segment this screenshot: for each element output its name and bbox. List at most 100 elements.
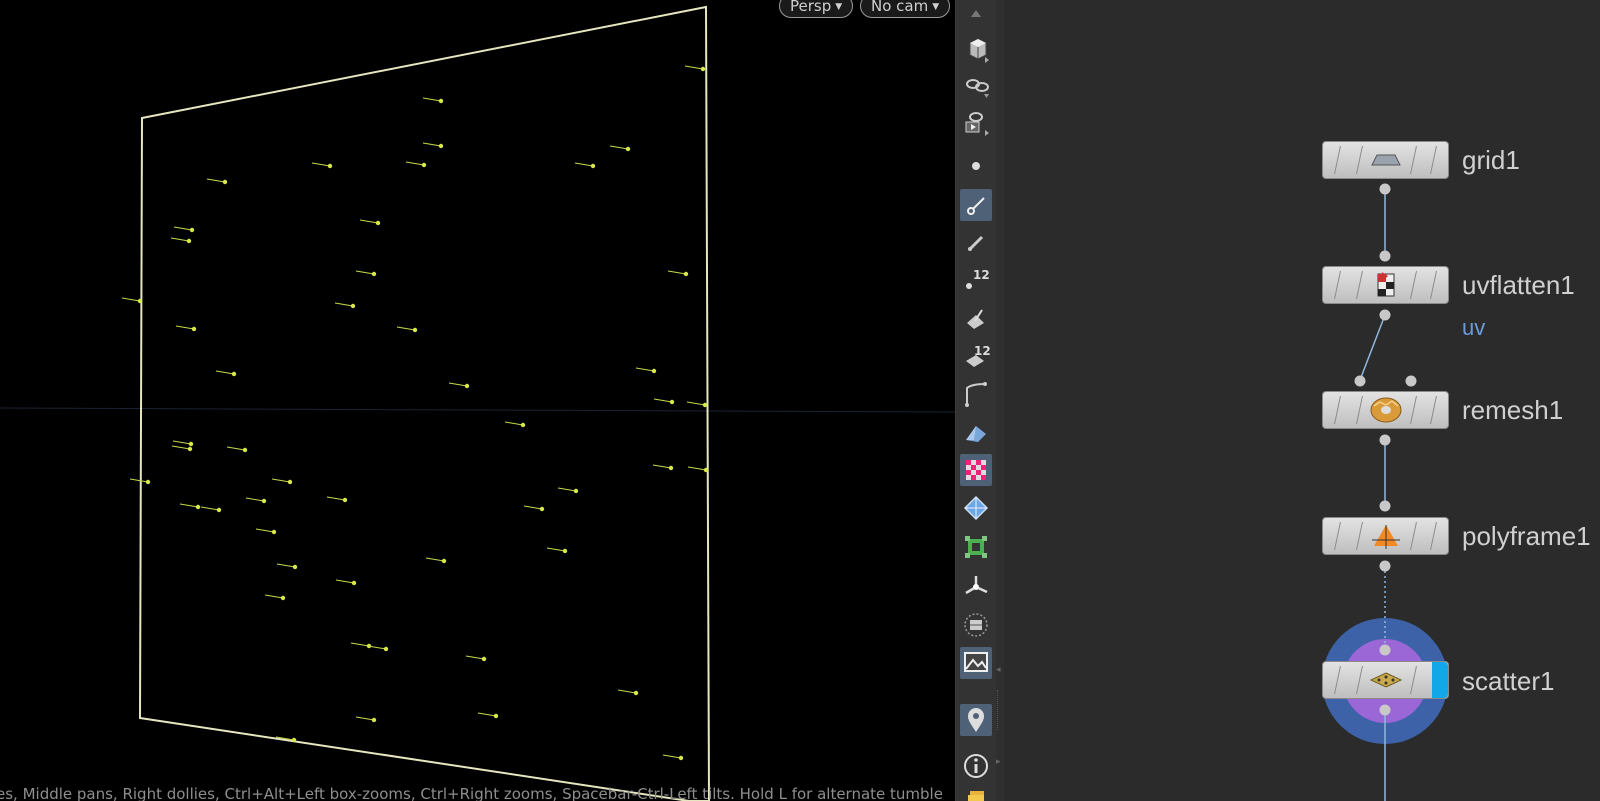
node-label-uvflatten1[interactable]: uvflatten1 <box>1462 269 1575 301</box>
scatter-point <box>438 143 444 149</box>
origin-axes-button[interactable] <box>960 570 992 602</box>
info-button[interactable] <box>960 750 992 782</box>
node-polyframe1[interactable] <box>1322 517 1449 555</box>
point-normal <box>425 557 445 562</box>
display-flag[interactable] <box>1432 662 1448 698</box>
checker-texture-button[interactable] <box>960 454 992 486</box>
point-normal <box>206 178 226 183</box>
point-normal <box>687 466 707 471</box>
point-normal <box>255 528 275 533</box>
uvflatten-node-icon <box>1377 272 1394 297</box>
point-display-icon <box>972 162 980 170</box>
ghost-view-icon <box>966 79 989 98</box>
scatter-point <box>520 422 526 428</box>
point-numbers-icon: 12 <box>966 268 990 289</box>
hull-display-button[interactable] <box>960 378 992 410</box>
ghost-view-button[interactable] <box>960 70 992 102</box>
point-numbers-button[interactable]: 12 <box>960 263 992 295</box>
network-editor[interactable]: grid1 uvflatten1 uv remesh1 polyframe1 s… <box>1004 0 1600 801</box>
point-normal <box>200 506 220 511</box>
chevron-down-icon: ▼ <box>932 1 940 12</box>
remesh-node-icon <box>1370 397 1401 423</box>
point-normal <box>686 401 706 406</box>
scatter-node-icon <box>1369 672 1402 688</box>
node-label-scatter1[interactable]: scatter1 <box>1462 665 1555 697</box>
image-overlay-button[interactable] <box>960 647 992 679</box>
flipbook-button[interactable] <box>960 106 992 138</box>
scatter-point <box>188 441 194 447</box>
point-normal <box>635 367 655 372</box>
scatter-point <box>668 465 674 471</box>
folder-icon <box>968 791 984 801</box>
scatter-point <box>700 66 706 72</box>
svg-text:12: 12 <box>973 268 990 282</box>
folder-button[interactable] <box>960 787 992 801</box>
background-button[interactable] <box>960 609 992 641</box>
point-normal <box>245 497 265 502</box>
normal-display-button[interactable] <box>960 189 992 221</box>
splitter-grip[interactable] <box>997 690 1004 730</box>
vector-display-button[interactable] <box>960 226 992 258</box>
point-display-button[interactable] <box>960 150 992 182</box>
node-grid1[interactable] <box>1322 141 1449 179</box>
scatter-point <box>280 595 286 601</box>
hull-display-icon <box>965 382 987 407</box>
point-normal <box>170 237 190 242</box>
prim-normals-button[interactable] <box>960 303 992 335</box>
uv-boundary-button[interactable] <box>960 531 992 563</box>
camera-dropdown[interactable]: No cam ▼ <box>860 0 951 18</box>
point-normal <box>523 505 543 510</box>
display-options-icon <box>969 38 989 63</box>
point-normal <box>334 302 354 307</box>
point-normal <box>504 421 524 426</box>
scatter-point <box>291 737 297 743</box>
polyframe-node-icon <box>1371 525 1400 549</box>
point-normal <box>350 642 370 647</box>
node-label-grid1[interactable]: grid1 <box>1462 144 1520 176</box>
point-normal <box>172 440 192 445</box>
scatter-point <box>383 646 389 652</box>
checker-texture-icon <box>966 460 986 480</box>
collapse-right-icon[interactable]: ▸ <box>996 757 1001 767</box>
uv-display-icon <box>966 426 986 442</box>
camera-label: No cam <box>871 0 929 15</box>
scatter-point <box>287 479 293 485</box>
flipbook-icon <box>965 112 989 136</box>
ground-grid-line <box>0 407 955 413</box>
scroll-up-button[interactable] <box>960 2 992 24</box>
scatter-point <box>271 529 277 535</box>
point-normal <box>609 145 629 150</box>
node-uvflatten1[interactable] <box>1322 266 1449 304</box>
point-normal <box>215 370 235 375</box>
collapse-left-icon[interactable]: ◂ <box>996 665 1001 675</box>
point-normal <box>546 547 566 552</box>
persp-label: Persp <box>790 0 832 15</box>
display-options-button[interactable] <box>960 33 992 65</box>
viewport-3d[interactable]: Persp ▼ No cam ▼ es, Middle pans, Right do… <box>0 0 955 801</box>
point-normal <box>173 226 193 231</box>
prim-numbers-button[interactable]: 12 <box>960 341 992 373</box>
wireframe-shaded-button[interactable] <box>960 492 992 524</box>
point-normal <box>226 446 246 451</box>
node-scatter1[interactable] <box>1322 661 1449 699</box>
viewport-status-text: es, Middle pans, Right dollies, Ctrl+Alt… <box>0 785 943 801</box>
uv-boundary-icon <box>965 536 987 558</box>
pane-splitter[interactable]: ◂ ▸ <box>996 0 1004 801</box>
point-normal <box>271 478 291 483</box>
node-label-polyframe1[interactable]: polyframe1 <box>1462 520 1591 552</box>
point-normal <box>617 689 637 694</box>
location-pin-button[interactable] <box>960 704 992 736</box>
info-icon <box>964 754 988 778</box>
scatter-point <box>371 717 377 723</box>
node-remesh1[interactable] <box>1322 391 1449 429</box>
point-normal <box>171 445 191 450</box>
scatter-point <box>145 479 151 485</box>
scroll-up-icon <box>971 10 981 17</box>
scatter-point <box>562 548 568 554</box>
prim-normals-icon <box>967 309 984 329</box>
wireframe-shaded-icon <box>963 495 989 521</box>
node-label-remesh1[interactable]: remesh1 <box>1462 394 1563 426</box>
scene-canvas[interactable] <box>0 0 955 801</box>
uv-display-button[interactable] <box>960 416 992 448</box>
persp-dropdown[interactable]: Persp ▼ <box>779 0 854 18</box>
